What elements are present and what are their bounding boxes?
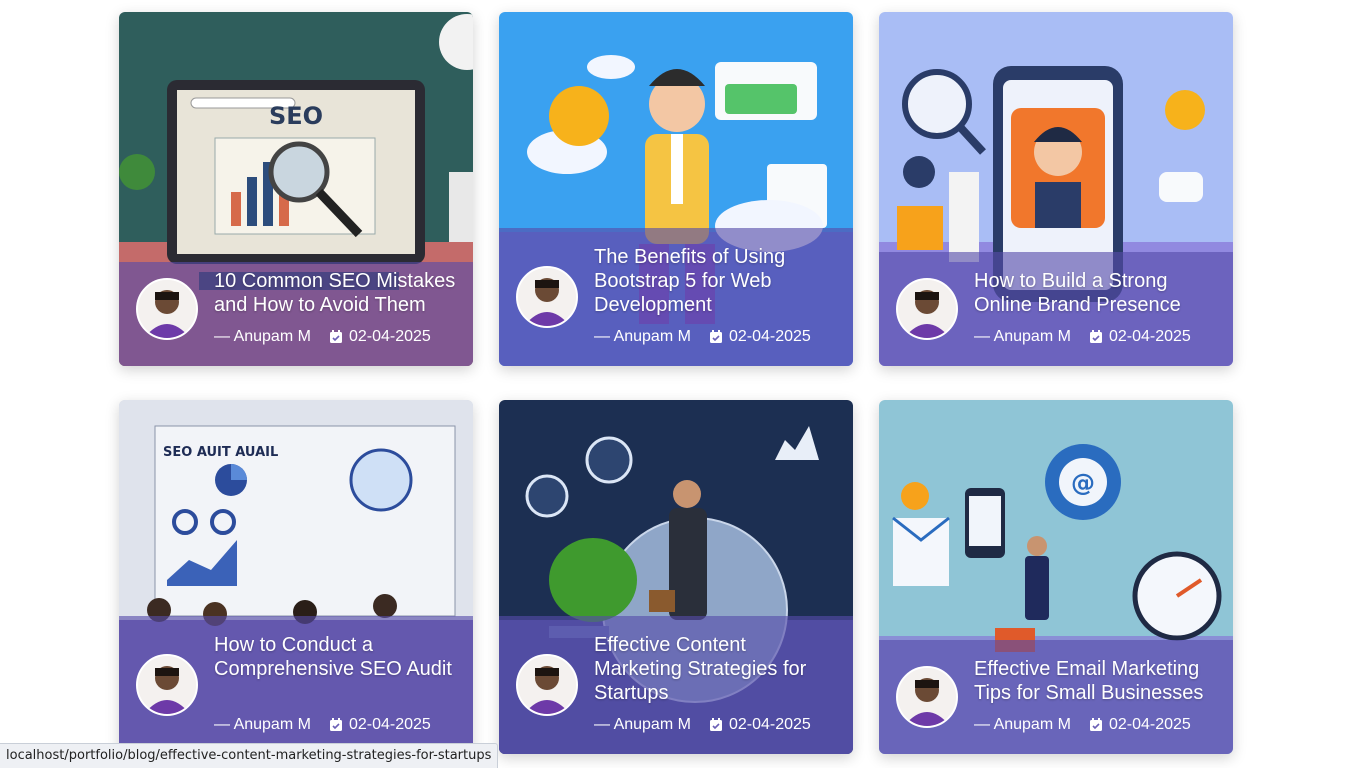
svg-text:@: @ <box>1071 469 1095 497</box>
post-date: 02-04-2025 <box>728 716 811 733</box>
author-avatar <box>516 266 578 328</box>
post-date: 02-04-2025 <box>728 328 811 345</box>
blog-card[interactable]: @ Effective Email Marketing Tips for Sma… <box>879 400 1233 754</box>
post-title[interactable]: How to Build a Strong Online Brand Prese… <box>974 269 1219 317</box>
blog-card[interactable]: SEO AUIT AUAIL How to Conduct a Comprehe… <box>119 400 473 754</box>
author-avatar <box>136 654 198 716</box>
blog-card[interactable]: How to Build a Strong Online Brand Prese… <box>879 12 1233 366</box>
svg-text:SEO AUIT AUAIL: SEO AUIT AUAIL <box>163 445 278 460</box>
author-avatar <box>896 666 958 728</box>
post-meta: — Anupam M 02-04-2025 <box>974 327 1191 347</box>
post-title[interactable]: The Benefits of Using Bootstrap 5 for We… <box>594 245 839 317</box>
post-author: — Anupam M <box>594 328 691 345</box>
post-date: 02-04-2025 <box>1108 328 1191 345</box>
blog-card[interactable]: The Benefits of Using Bootstrap 5 for We… <box>499 12 853 366</box>
calendar-icon <box>329 718 342 731</box>
calendar-icon <box>709 718 722 731</box>
author-avatar <box>516 654 578 716</box>
author-avatar <box>136 278 198 340</box>
post-title[interactable]: 10 Common SEO Mistakes and How to Avoid … <box>214 269 459 317</box>
post-author: — Anupam M <box>974 328 1071 345</box>
post-title[interactable]: Effective Content Marketing Strategies f… <box>594 633 839 705</box>
calendar-icon <box>329 330 342 343</box>
post-meta: — Anupam M 02-04-2025 <box>594 715 811 735</box>
post-date: 02-04-2025 <box>348 328 431 345</box>
post-title[interactable]: How to Conduct a Comprehensive SEO Audit <box>214 633 459 681</box>
post-date: 02-04-2025 <box>348 716 431 733</box>
post-meta: — Anupam M 02-04-2025 <box>594 327 811 347</box>
blog-card[interactable]: Effective Content Marketing Strategies f… <box>499 400 853 754</box>
post-author: — Anupam M <box>974 716 1071 733</box>
post-meta: — Anupam M 02-04-2025 <box>974 715 1191 735</box>
author-avatar <box>896 278 958 340</box>
post-meta: — Anupam M 02-04-2025 <box>214 715 431 735</box>
calendar-icon <box>1089 718 1102 731</box>
link-status-bar: localhost/portfolio/blog/effective-conte… <box>0 743 499 768</box>
calendar-icon <box>709 330 722 343</box>
post-author: — Anupam M <box>214 716 311 733</box>
post-author: — Anupam M <box>594 716 691 733</box>
blog-card[interactable]: SEO 10 Common SEO Mistakes and How to Av… <box>119 12 473 366</box>
svg-text:SEO: SEO <box>269 102 323 130</box>
post-date: 02-04-2025 <box>1108 716 1191 733</box>
post-title[interactable]: Effective Email Marketing Tips for Small… <box>974 657 1219 705</box>
post-meta: — Anupam M 02-04-2025 <box>214 327 431 347</box>
post-author: — Anupam M <box>214 328 311 345</box>
calendar-icon <box>1089 330 1102 343</box>
